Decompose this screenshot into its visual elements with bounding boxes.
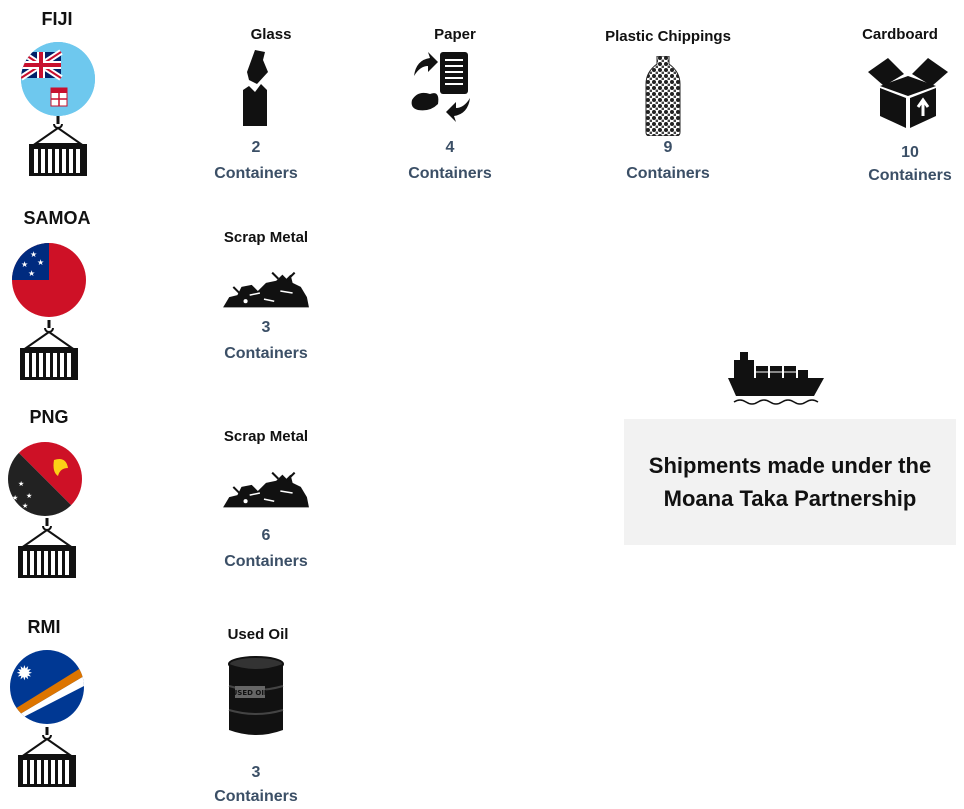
partnership-info-text: Shipments made under the Moana Taka Part… [648,453,932,511]
cargo-ship-icon [728,352,824,405]
container-crane-icon [10,518,84,580]
container-unit-paper: Containers [408,165,492,182]
png-flag-icon: ★ ★ ★ ★ [8,442,82,516]
container-count-scrap-metal-png: 6 [261,527,271,544]
container-count-glass: 2 [251,139,261,156]
container-crane-icon [12,320,86,382]
container-crane-icon [10,727,84,789]
svg-text:★: ★ [28,269,35,278]
category-label-plastic-chippings: Plastic Chippings [605,28,731,45]
plastic-bottle-icon [645,56,681,136]
rmi-flag-icon: ✹ [10,650,84,724]
category-label-paper: Paper [434,26,476,43]
container-unit-used-oil: Containers [214,788,298,805]
svg-text:✹: ✹ [16,661,33,685]
container-count-paper: 4 [445,139,455,156]
container-unit-plastic-chippings: Containers [626,165,710,182]
container-count-scrap-metal-samoa: 3 [261,319,271,336]
country-name-samoa: SAMOA [23,208,91,228]
container-unit-glass: Containers [214,165,298,182]
country-name-rmi: RMI [27,617,61,637]
svg-text:★: ★ [26,492,32,500]
scrap-metal-icon [219,270,311,312]
container-count-plastic-chippings: 9 [663,139,673,156]
paper-recycle-icon [411,52,470,122]
category-label-scrap-metal-samoa: Scrap Metal [223,229,309,246]
container-count-cardboard: 10 [901,144,919,161]
container-unit-scrap-metal-png: Containers [224,553,308,570]
category-label-scrap-metal-png: Scrap Metal [223,428,309,445]
category-label-used-oil: Used Oil [227,626,289,643]
fiji-flag-icon [21,42,95,116]
samoa-flag-icon: ★ ★ ★ ★ [12,243,86,317]
box-icon [868,58,948,128]
container-crane-icon [21,116,95,178]
country-name-png: PNG [29,407,69,427]
svg-text:★: ★ [12,494,18,502]
bottle-icon [243,50,268,126]
svg-text:★: ★ [22,502,28,510]
barrel-label: USED OIL [232,689,269,697]
container-unit-cardboard: Containers [868,167,952,184]
svg-text:★: ★ [18,480,24,488]
country-name-fiji: FIJI [41,9,73,29]
container-unit-scrap-metal-samoa: Containers [224,345,308,362]
category-label-glass: Glass [250,26,292,43]
partnership-info-box: Shipments made under the Moana Taka Part… [624,419,956,545]
scrap-metal-icon [219,470,311,512]
category-label-cardboard: Cardboard [862,26,938,43]
oil-barrel-icon: USED OIL [228,656,284,735]
svg-text:★: ★ [21,260,28,269]
svg-text:★: ★ [37,258,44,267]
container-count-used-oil: 3 [251,764,261,781]
